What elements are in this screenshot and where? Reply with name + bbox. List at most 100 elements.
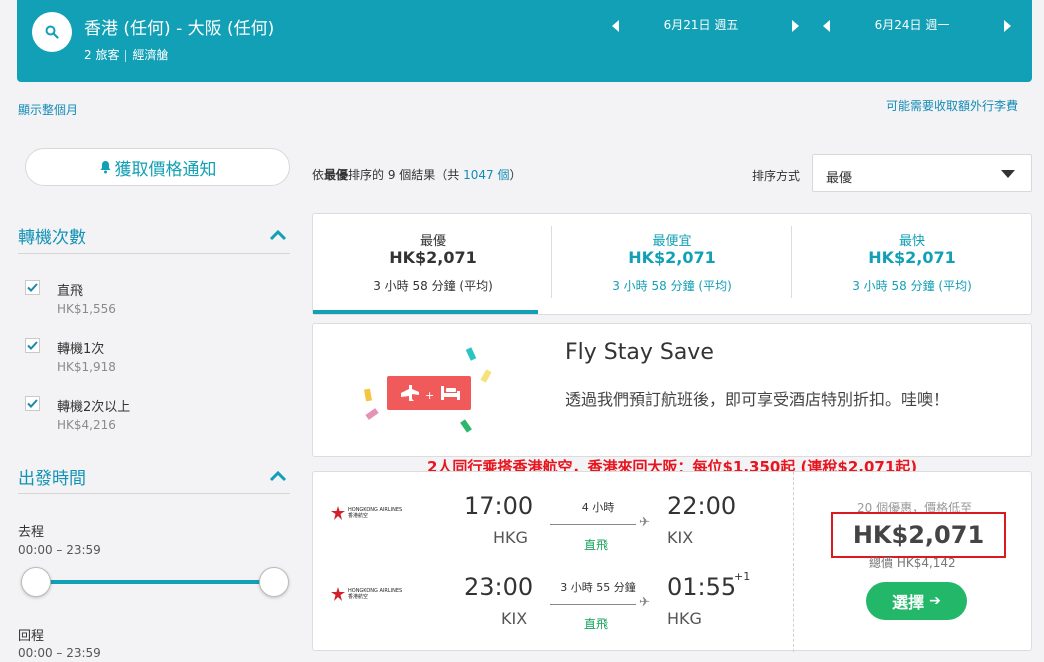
separator — [125, 49, 127, 62]
route-line — [550, 524, 636, 525]
outbound-arrive-time: 22:00 — [667, 492, 737, 520]
checkbox-two-plus-stops[interactable] — [25, 396, 40, 411]
airline-name-zh: 香港航空 — [348, 594, 369, 600]
checkmark-icon — [27, 341, 38, 350]
caret-left-icon — [612, 20, 619, 32]
tab-price: HK$2,071 — [868, 248, 956, 267]
price-value: HK$2,071 — [852, 521, 985, 549]
tab-cheapest[interactable]: 最便宜 HK$2,071 3 小時 58 分鐘 (平均) — [552, 214, 792, 314]
results-sort-word: 最優 — [324, 168, 349, 182]
promo-title: Fly Stay Save — [565, 340, 714, 365]
stop-option-price: HK$4,216 — [57, 418, 116, 432]
extra-fees-link[interactable]: 可能需要收取額外行李費 — [886, 97, 1018, 114]
divider — [793, 472, 794, 652]
stops-filter-title[interactable]: 轉機次數 — [18, 223, 86, 248]
stop-option-label: 轉機1次 — [57, 342, 105, 357]
hongkong-airlines-logo-icon — [331, 587, 345, 601]
return-stops: 直飛 — [583, 617, 608, 631]
caret-right-icon — [792, 20, 799, 32]
sort-dropdown[interactable]: 最優 — [812, 154, 1032, 192]
tab-price: HK$2,071 — [628, 248, 716, 267]
active-tab-indicator — [313, 310, 538, 314]
bell-icon — [100, 161, 110, 174]
select-button[interactable]: 選擇 ➔ — [866, 582, 967, 620]
stop-option-label: 轉機2次以上 — [57, 400, 131, 415]
outbound-duration: 4 小時 — [581, 501, 615, 514]
price-alert-button[interactable]: 獲取價格通知 — [25, 148, 290, 186]
plane-icon: ✈ — [639, 515, 650, 530]
divider — [18, 493, 290, 494]
outbound-depart-time: 17:00 — [464, 492, 534, 520]
return-label: 回程 — [18, 629, 45, 644]
outbound-time-slider[interactable] — [36, 580, 274, 584]
cabin-class: 經濟艙 — [132, 48, 169, 62]
return-date[interactable]: 6月24日 週一 — [842, 16, 982, 33]
tab-duration: 3 小時 58 分鐘 (平均) — [612, 279, 732, 293]
stop-option-price: HK$1,918 — [57, 360, 116, 374]
return-range: 00:00 – 23:59 — [18, 646, 101, 660]
route-line — [550, 604, 636, 605]
tab-title: 最便宜 — [652, 234, 692, 249]
chevron-up-icon[interactable] — [268, 228, 288, 242]
depart-prev-button[interactable] — [606, 16, 626, 36]
tab-fastest[interactable]: 最快 HK$2,071 3 小時 58 分鐘 (平均) — [792, 214, 1032, 314]
return-prev-button[interactable] — [817, 16, 837, 36]
tab-title: 最優 — [419, 234, 446, 249]
route-title[interactable]: 香港 (任何) - 大阪 (任何) — [84, 14, 274, 39]
depart-next-button[interactable] — [785, 16, 805, 36]
divider — [18, 253, 290, 254]
checkmark-icon — [27, 283, 38, 292]
highlighted-price: HK$2,071 — [831, 512, 1006, 558]
tab-best[interactable]: 最優 HK$2,071 3 小時 58 分鐘 (平均) — [313, 214, 553, 314]
arrow-right-icon: ➔ — [929, 593, 941, 609]
slider-start-handle[interactable] — [21, 567, 51, 597]
stop-option-label: 直飛 — [57, 284, 84, 299]
outbound-range: 00:00 – 23:59 — [18, 543, 101, 557]
outbound-arrive-airport: KIX — [667, 528, 694, 547]
airline-name-zh: 香港航空 — [348, 513, 369, 519]
price-alert-label: 獲取價格通知 — [114, 159, 217, 180]
checkbox-one-stop[interactable] — [25, 338, 40, 353]
tab-price: HK$2,071 — [389, 248, 477, 267]
tab-duration: 3 小時 58 分鐘 (平均) — [852, 279, 972, 293]
sort-value: 最優 — [826, 171, 853, 186]
results-suffix: ） — [509, 168, 522, 182]
tab-duration: 3 小時 58 分鐘 (平均) — [373, 279, 493, 293]
stop-option-price: HK$1,556 — [57, 302, 116, 316]
results-middle: 排序的 9 個結果（共 — [348, 168, 464, 182]
next-day-indicator: +1 — [734, 570, 751, 583]
chevron-up-icon[interactable] — [268, 469, 288, 483]
show-whole-month-link[interactable]: 顯示整個月 — [18, 101, 78, 118]
results-total: 1047 個 — [463, 168, 510, 182]
search-icon — [45, 25, 59, 39]
svg-text:+: + — [425, 389, 434, 402]
return-arrive-airport: HKG — [667, 609, 702, 628]
checkmark-icon — [27, 399, 38, 408]
search-summary-bar[interactable]: 香港 (任何) - 大阪 (任何) 2 旅客 經濟艙 6月21日 週五 6月24日… — [17, 0, 1032, 82]
passengers-count: 2 旅客 — [84, 48, 120, 62]
departure-time-filter-title[interactable]: 出發時間 — [18, 464, 86, 489]
depart-date[interactable]: 6月21日 週五 — [631, 16, 771, 33]
flight-result-card[interactable]: HONGKONG AIRLINES 香港航空 17:00 HKG 4 小時 ✈ 直… — [312, 471, 1032, 652]
checkbox-direct[interactable] — [25, 280, 40, 295]
return-next-button[interactable] — [997, 16, 1017, 36]
caret-left-icon — [823, 20, 830, 32]
sort-tabs: 最優 HK$2,071 3 小時 58 分鐘 (平均) 最便宜 HK$2,071… — [312, 213, 1032, 315]
hongkong-airlines-logo-icon — [331, 506, 345, 520]
select-label: 選擇 — [892, 593, 925, 612]
airline-logo: HONGKONG AIRLINES 香港航空 — [331, 506, 402, 520]
outbound-stops: 直飛 — [583, 538, 608, 552]
slider-end-handle[interactable] — [259, 567, 289, 597]
outbound-label: 去程 — [18, 525, 45, 540]
search-button[interactable] — [32, 12, 72, 52]
caret-right-icon — [1004, 20, 1011, 32]
fly-stay-save-banner[interactable]: + Fly Stay Save 透過我們預訂航班後，即可享受酒店特別折扣。哇噢！ — [312, 323, 1032, 457]
return-depart-time: 23:00 — [464, 573, 534, 601]
caret-down-icon — [1001, 170, 1015, 178]
return-depart-airport: KIX — [501, 609, 528, 628]
promo-description: 透過我們預訂航班後，即可享受酒店特別折扣。哇噢！ — [565, 390, 950, 409]
passenger-cabin-summary[interactable]: 2 旅客 經濟艙 — [84, 46, 168, 63]
return-duration: 3 小時 55 分鐘 — [560, 581, 636, 594]
total-price-text: 總價 HK$4,142 — [869, 556, 956, 570]
results-prefix: 依 — [312, 168, 325, 182]
